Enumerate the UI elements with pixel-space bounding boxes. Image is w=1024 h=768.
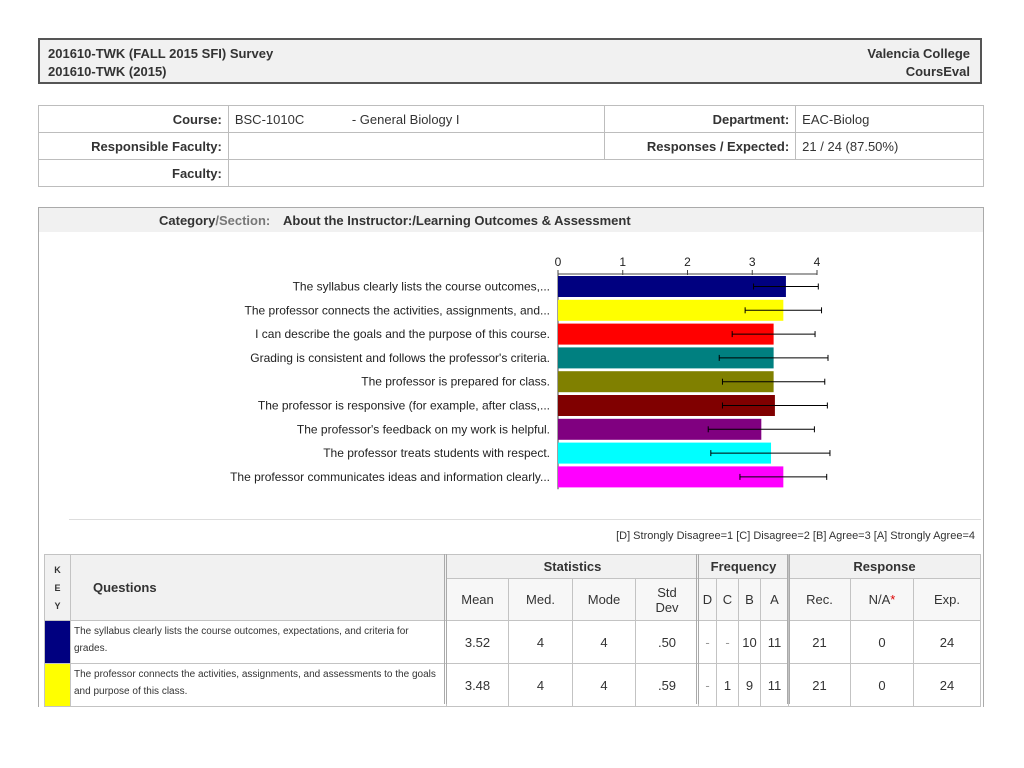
x-tick-label: 2 [684, 255, 691, 269]
table-group-divider [787, 554, 790, 704]
row-freq-c: 1 [716, 663, 739, 707]
chart-divider [69, 519, 981, 520]
faculty-info-row: Responsible Faculty: Responses / Expecte… [38, 132, 984, 160]
row-std-dev: .59 [635, 663, 699, 707]
row-freq-d: - [698, 620, 717, 664]
institution-name: Valencia College [867, 46, 970, 61]
row-freq-a: 11 [760, 663, 789, 707]
category-label: The syllabus clearly lists the course ou… [293, 280, 550, 294]
report-header: 201610-TWK (FALL 2015 SFI) Survey 201610… [38, 38, 982, 84]
row-mean: 3.48 [446, 663, 509, 707]
statistics-header: Statistics [446, 554, 699, 579]
category-label: I can describe the goals and the purpose… [255, 327, 550, 341]
row-rec: 21 [788, 620, 851, 664]
table-row: The syllabus clearly lists the course ou… [44, 620, 981, 664]
na-header: N/A* [850, 578, 914, 621]
survey-term: 201610-TWK (2015) [48, 64, 167, 79]
row-freq-b: 10 [738, 620, 761, 664]
course-name: - General Biology I [351, 111, 460, 127]
x-tick-label: 3 [749, 255, 756, 269]
survey-title: 201610-TWK (FALL 2015 SFI) Survey [48, 46, 274, 61]
freq-d-header: D [698, 578, 717, 621]
responsible-faculty-label: Responsible Faculty: [38, 132, 229, 160]
scale-legend: [D] Strongly Disagree=1 [C] Disagree=2 [… [616, 530, 975, 542]
frequency-header: Frequency [698, 554, 789, 579]
x-tick-label: 1 [619, 255, 626, 269]
department-value: EAC-Biolog [795, 105, 984, 133]
std-dev-header: Std Dev [635, 578, 699, 621]
responses-label: Responses / Expected: [604, 132, 797, 160]
questions-header: Questions [70, 554, 447, 621]
mean-score-bar-chart: 0 1 2 3 4 The syllabus clearly lists the cour… [230, 255, 831, 490]
row-median: 4 [508, 663, 573, 707]
row-freq-c: - [716, 620, 739, 664]
category-label: Grading is consistent and follows the pr… [250, 351, 550, 365]
row-na: 0 [850, 620, 914, 664]
row-mode: 4 [572, 620, 636, 664]
row-question: The syllabus clearly lists the course ou… [70, 620, 447, 664]
row-exp: 24 [913, 620, 981, 664]
mean-header: Mean [446, 578, 509, 621]
row-color-key [44, 620, 71, 664]
faculty-value [227, 159, 985, 187]
course-label: Course: [38, 105, 229, 133]
course-info-row: Course: BSC-1010C - General Biology I De… [38, 105, 984, 133]
row-mode: 4 [572, 663, 636, 707]
table-group-header-row: KEY Questions Statistics Frequency Respo… [44, 554, 981, 621]
key-column-header: KEY [44, 554, 71, 621]
freq-b-header: B [738, 578, 761, 621]
row-mean: 3.52 [446, 620, 509, 664]
row-std-dev: .50 [635, 620, 699, 664]
faculty-row: Faculty: [38, 159, 985, 187]
category-label: The professor treats students with respe… [323, 446, 550, 460]
faculty-label: Faculty: [38, 159, 229, 187]
table-group-divider [444, 554, 447, 704]
table-group-divider [696, 554, 699, 704]
freq-c-header: C [716, 578, 739, 621]
row-freq-a: 11 [760, 620, 789, 664]
row-freq-b: 9 [738, 663, 761, 707]
system-name: CoursEval [905, 64, 970, 79]
freq-a-header: A [760, 578, 789, 621]
course-info-table: Course: BSC-1010C - General Biology I De… [38, 105, 985, 187]
category-label: The professor communicates ideas and inf… [230, 470, 550, 484]
rec-header: Rec. [788, 578, 851, 621]
x-tick-label: 4 [814, 255, 821, 269]
exp-header: Exp. [913, 578, 981, 621]
course-value: BSC-1010C - General Biology I [227, 105, 606, 133]
median-header: Med. [508, 578, 573, 621]
statistics-table: KEY Questions Statistics Frequency Respo… [44, 554, 981, 707]
category-label: The professor is prepared for class. [361, 375, 550, 389]
category-label: The professor connects the activities, a… [245, 303, 550, 317]
row-exp: 24 [913, 663, 981, 707]
row-na: 0 [850, 663, 914, 707]
row-rec: 21 [788, 663, 851, 707]
row-median: 4 [508, 620, 573, 664]
row-color-key [44, 663, 71, 707]
course-code: BSC-1010C [234, 111, 305, 127]
responsible-faculty-value [227, 132, 606, 160]
table-row: The professor connects the activities, a… [44, 663, 981, 707]
mode-header: Mode [572, 578, 636, 621]
row-question: The professor connects the activities, a… [70, 663, 447, 707]
category-label: The professor is responsive (for example… [258, 399, 550, 413]
row-freq-d: - [698, 663, 717, 707]
response-header: Response [788, 554, 981, 579]
department-label: Department: [604, 105, 797, 133]
category-label: The professor's feedback on my work is h… [297, 422, 550, 436]
responses-value: 21 / 24 (87.50%) [795, 132, 984, 160]
x-tick-label: 0 [555, 255, 562, 269]
bar [558, 276, 786, 297]
